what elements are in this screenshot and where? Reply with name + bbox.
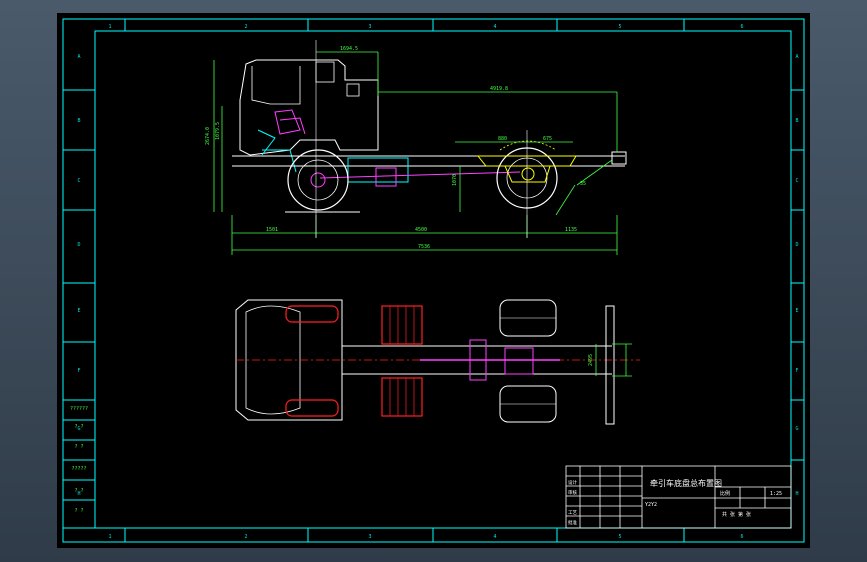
zone-col-top-2: 2 <box>244 24 247 30</box>
dim-cab-to-rear: 4919.8 <box>490 86 508 92</box>
dim-wheelbase: 4500 <box>415 227 427 233</box>
zone-col-bottom-3: 3 <box>368 534 371 540</box>
dim-axle-left: 880 <box>498 136 507 142</box>
dim-plan-width: 2495 <box>588 354 594 366</box>
cad-drawing: 1 2 3 4 5 61 2 3 4 5 6ABCDEFGHABCDEFGH ??????? ?? … <box>57 13 810 548</box>
zone-row-left-E: E <box>77 308 80 314</box>
zone-row-right-H: H <box>795 491 798 497</box>
side-table-label-2: ? ? <box>74 444 83 450</box>
dim-axle-right: 675 <box>543 136 552 142</box>
row-review: 审核 <box>568 489 577 496</box>
side-table-label-4: ? ? <box>74 488 83 494</box>
row-design: 设计 <box>568 479 577 486</box>
zone-row-right-G: G <box>795 426 798 432</box>
zone-row-left-D: D <box>77 242 80 248</box>
zone-row-left-A: A <box>77 54 80 60</box>
cad-viewport[interactable]: 123456123456ABCDEFGHABCDEFGH ??????? ?? … <box>0 0 867 562</box>
zone-row-right-B: B <box>795 118 798 124</box>
zone-col-top-4: 4 <box>493 24 496 30</box>
zone-col-top-1: 1 <box>108 24 111 30</box>
zone-col-top-3: 3 <box>368 24 371 30</box>
zone-col-top-5: 5 <box>618 24 621 30</box>
drawing-code: Y2Y2 <box>645 502 657 508</box>
dim-cab-top: 1694.5 <box>340 46 358 52</box>
scale-value: 1:25 <box>770 491 782 497</box>
zone-row-left-F: F <box>77 368 80 374</box>
zone-col-bottom-4: 4 <box>493 534 496 540</box>
zone-col-bottom-2: 2 <box>244 534 247 540</box>
zone-col-bottom-5: 5 <box>618 534 621 540</box>
side-table-label-3: ????? <box>71 466 86 472</box>
zone-row-right-F: F <box>795 368 798 374</box>
dim-front-overhang: 1501 <box>266 227 278 233</box>
dim-rear-overhang: 1135 <box>565 227 577 233</box>
row-approve: 批准 <box>568 519 577 526</box>
side-table-label-5: ? ? <box>74 508 83 514</box>
side-table-label-1: ? ? <box>74 424 83 430</box>
zone-row-right-A: A <box>795 54 798 60</box>
zone-row-right-D: D <box>795 242 798 248</box>
dim-height-total: 2674.0 <box>205 127 211 145</box>
dim-height-frame: 1079.5 <box>215 122 221 140</box>
dim-angle: 35 <box>580 181 586 187</box>
scale-label: 比例 <box>720 490 730 497</box>
drawing-title: 牵引车底盘总布置图 <box>650 478 722 488</box>
row-process: 工艺 <box>568 510 577 516</box>
zone-col-top-6: 6 <box>740 24 743 30</box>
zone-row-left-B: B <box>77 118 80 124</box>
zone-row-left-C: C <box>77 178 80 184</box>
side-table-label-0: ?????? <box>70 406 88 412</box>
zone-row-right-C: C <box>795 178 798 184</box>
sheet-count: 共 张 第 张 <box>722 511 751 518</box>
drawing-sheet <box>57 13 810 548</box>
zone-col-bottom-1: 1 <box>108 534 111 540</box>
zone-col-bottom-6: 6 <box>740 534 743 540</box>
dim-rear-height: 1070 <box>452 174 458 186</box>
zone-row-right-E: E <box>795 308 798 314</box>
dim-overall-length: 7536 <box>418 244 430 250</box>
